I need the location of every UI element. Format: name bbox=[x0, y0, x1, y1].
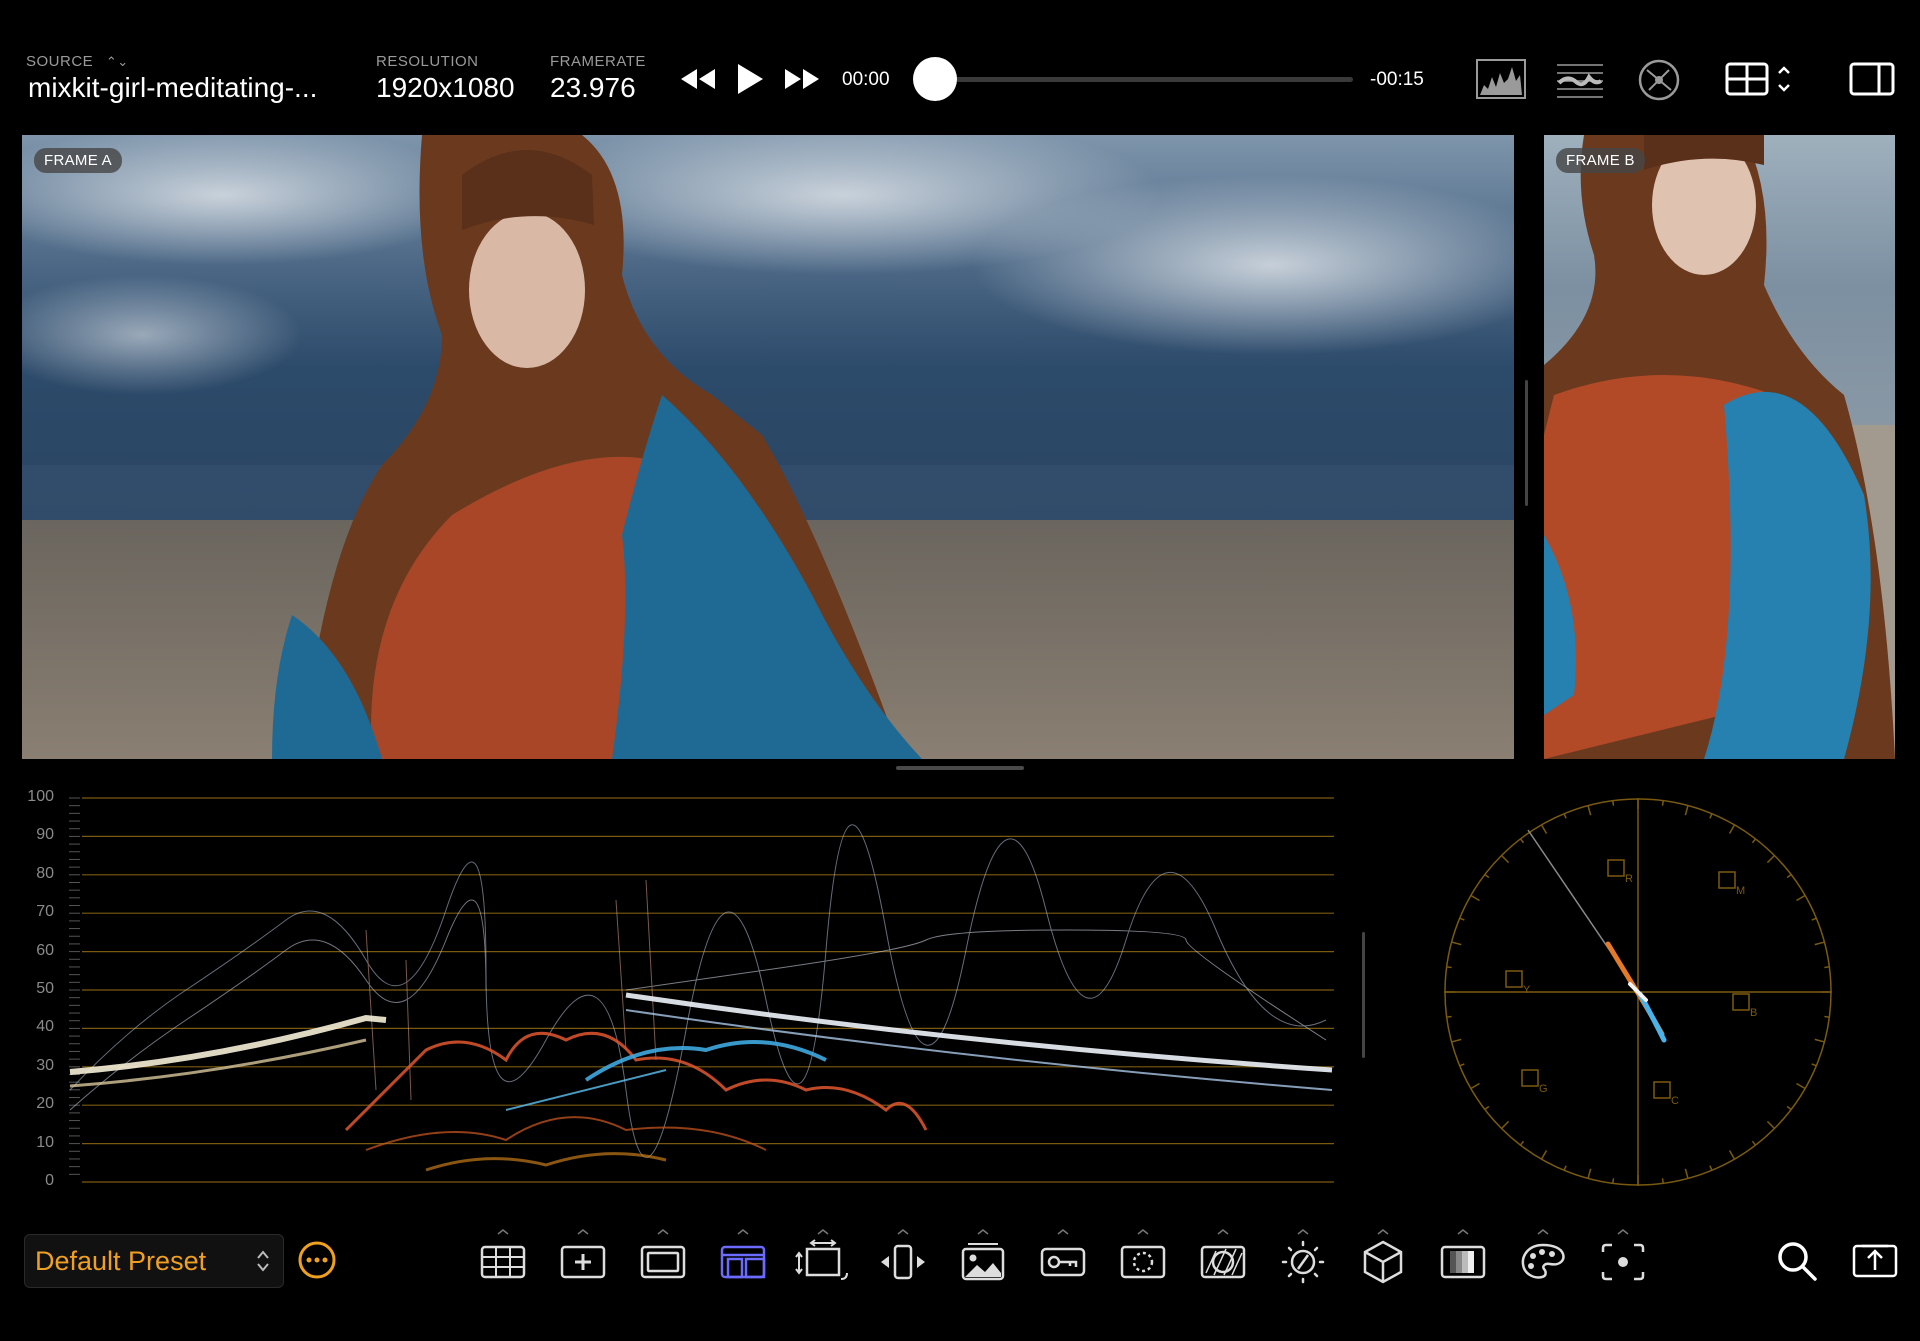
more-options-icon[interactable] bbox=[296, 1239, 338, 1281]
timeline-track[interactable] bbox=[933, 77, 1353, 82]
source-label: SOURCE ⌃⌄ bbox=[26, 53, 129, 70]
time-remaining: -00:15 bbox=[1370, 69, 1424, 90]
waveform-scale-label: 30 bbox=[36, 1056, 54, 1074]
focus-icon[interactable] bbox=[1595, 1229, 1651, 1290]
framerate-label: FRAMERATE bbox=[550, 53, 646, 70]
frame-icon[interactable] bbox=[635, 1229, 691, 1290]
waveform-view-icon[interactable] bbox=[1554, 58, 1606, 100]
vectorscope-target-c bbox=[1653, 1081, 1671, 1099]
palette-icon[interactable] bbox=[1515, 1229, 1571, 1290]
framerate-value: 23.976 bbox=[550, 72, 636, 103]
transform-icon[interactable] bbox=[795, 1229, 851, 1290]
waveform-scale-label: 100 bbox=[27, 788, 54, 805]
resolution-label: RESOLUTION bbox=[376, 53, 479, 70]
rewind-icon[interactable] bbox=[676, 62, 720, 96]
grid-icon[interactable] bbox=[475, 1229, 531, 1290]
panel-resize-handle[interactable] bbox=[896, 766, 1024, 770]
viewer-divider-handle[interactable] bbox=[1525, 380, 1528, 506]
time-current: 00:00 bbox=[842, 69, 890, 90]
waveform-plot bbox=[69, 797, 1334, 1183]
vectorscope-target-label: G bbox=[1539, 1083, 1548, 1095]
waveform-scale-label: 70 bbox=[36, 903, 54, 921]
export-icon[interactable] bbox=[1851, 1238, 1899, 1282]
vectorscope-target-label: R bbox=[1625, 873, 1633, 885]
resolution-value: 1920x1080 bbox=[376, 72, 515, 103]
frame-b-badge: FRAME B bbox=[1556, 148, 1645, 173]
vectorscope-target-m bbox=[1718, 871, 1736, 889]
waveform-scale-label: 80 bbox=[36, 864, 54, 882]
key-icon[interactable] bbox=[1035, 1229, 1091, 1290]
vectorscope-view-icon[interactable] bbox=[1636, 57, 1682, 103]
waveform-scale-label: 0 bbox=[45, 1172, 54, 1189]
layout-switcher-icon[interactable] bbox=[1724, 60, 1798, 98]
waveform-scale-label: 20 bbox=[36, 1095, 54, 1113]
histogram-icon[interactable] bbox=[1475, 58, 1527, 100]
vectorscope-plot: R M Y B G C bbox=[1444, 798, 1832, 1186]
cube-lut-icon[interactable] bbox=[1355, 1229, 1411, 1290]
waveform-scale-label: 10 bbox=[36, 1133, 54, 1151]
preset-selector[interactable]: Default Preset bbox=[24, 1234, 284, 1288]
scope-divider-handle[interactable] bbox=[1362, 932, 1365, 1058]
vectorscope-target-label: Y bbox=[1523, 984, 1531, 996]
vectorscope-target-b bbox=[1732, 993, 1750, 1011]
vectorscope-target-y bbox=[1505, 970, 1523, 988]
search-icon[interactable] bbox=[1774, 1238, 1820, 1284]
vectorscope-target-r bbox=[1607, 859, 1625, 877]
overlay-icon[interactable] bbox=[1195, 1229, 1251, 1290]
gradient-icon[interactable] bbox=[1435, 1229, 1491, 1290]
vectorscope-target-label: M bbox=[1736, 885, 1745, 897]
waveform-scale-label: 50 bbox=[36, 980, 54, 997]
preset-label: Default Preset bbox=[35, 1246, 207, 1276]
preset-chevron-icon bbox=[255, 1247, 271, 1280]
vectorscope-target-label: C bbox=[1671, 1095, 1679, 1107]
add-frame-icon[interactable] bbox=[555, 1229, 611, 1290]
vectorscope-target-label: B bbox=[1750, 1007, 1757, 1019]
source-value[interactable]: mixkit-girl-meditating-... bbox=[28, 72, 317, 104]
playhead-handle[interactable] bbox=[913, 57, 957, 101]
image-icon[interactable] bbox=[955, 1229, 1011, 1290]
mask-icon[interactable] bbox=[1115, 1229, 1171, 1290]
waveform-scale-label: 60 bbox=[36, 941, 54, 959]
waveform-scale-label: 40 bbox=[36, 1018, 54, 1036]
flip-icon[interactable] bbox=[875, 1229, 931, 1290]
frame-b-image bbox=[1544, 135, 1895, 759]
waveform-scale-label: 90 bbox=[36, 826, 54, 844]
sidebar-toggle-icon[interactable] bbox=[1848, 60, 1896, 98]
vectorscope-target-g bbox=[1521, 1069, 1539, 1087]
exposure-icon[interactable] bbox=[1275, 1229, 1331, 1290]
frame-b-viewer[interactable]: FRAME B bbox=[1544, 135, 1895, 759]
source-chevron-icon[interactable]: ⌃⌄ bbox=[106, 54, 129, 69]
frame-a-image bbox=[22, 135, 1514, 759]
play-icon[interactable] bbox=[732, 58, 768, 100]
frame-a-badge: FRAME A bbox=[34, 148, 122, 173]
fast-forward-icon[interactable] bbox=[780, 62, 824, 96]
frame-a-viewer[interactable]: FRAME A bbox=[22, 135, 1514, 759]
split-layout-icon[interactable] bbox=[715, 1229, 771, 1290]
